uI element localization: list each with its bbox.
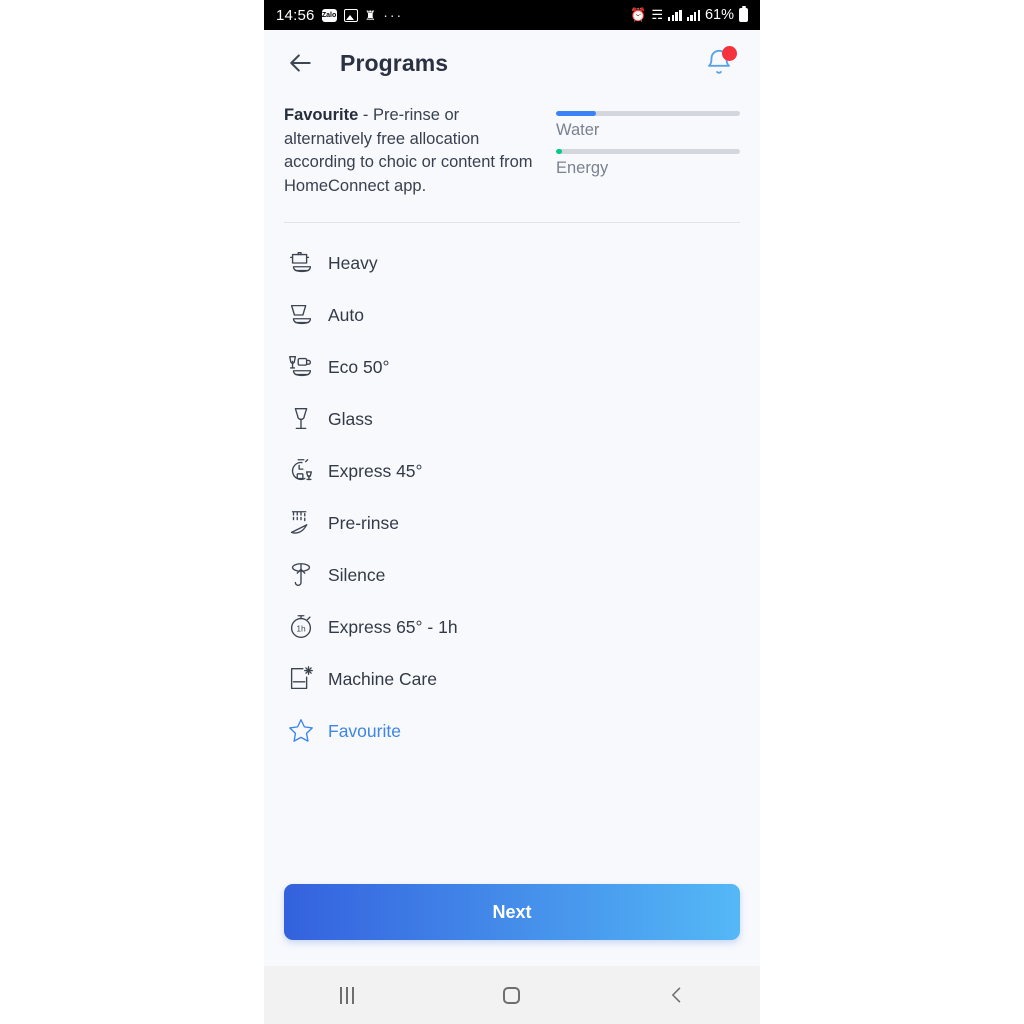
phone-screen: 14:56 Zalo ♜ ··· ⏰ ☴ 61% Programs Favour…	[264, 0, 760, 1024]
home-icon[interactable]	[482, 975, 542, 1015]
wine-glass-icon	[284, 402, 318, 436]
energy-progress-fill	[556, 149, 562, 154]
meter-water: Water	[556, 111, 740, 140]
program-item-silence[interactable]: Silence	[284, 549, 740, 601]
program-item-heavy[interactable]: Heavy	[284, 237, 740, 289]
program-label: Glass	[328, 408, 373, 429]
program-description-title: Favourite	[284, 106, 359, 124]
footer-actions: Next	[264, 884, 760, 966]
program-label: Eco 50°	[328, 356, 390, 377]
program-item-express-65-1h[interactable]: 1h Express 65° - 1h	[284, 601, 740, 653]
program-item-express-45[interactable]: Express 45°	[284, 445, 740, 497]
program-label: Silence	[328, 564, 386, 585]
status-bar-right: ⏰ ☴ 61%	[630, 5, 748, 23]
program-label: Pre-rinse	[328, 512, 399, 533]
notification-badge	[722, 46, 737, 61]
alarm-icon: ⏰	[630, 7, 647, 22]
water-progress-fill	[556, 111, 597, 116]
water-label: Water	[556, 121, 600, 139]
signal-icon	[668, 9, 682, 21]
program-info: Favourite - Pre-rinse or alternatively f…	[264, 96, 760, 198]
page-title: Programs	[340, 49, 449, 76]
program-label: Heavy	[328, 252, 378, 273]
battery-icon	[739, 5, 748, 22]
energy-label: Energy	[556, 159, 609, 177]
app-bar: Programs	[264, 30, 760, 96]
bowl-plate-icon	[284, 298, 318, 332]
program-description: Favourite - Pre-rinse or alternatively f…	[284, 104, 542, 198]
energy-progress-track	[556, 149, 740, 154]
nav-back-icon[interactable]	[647, 975, 707, 1015]
consumption-meters: Water Energy	[556, 104, 740, 198]
program-item-favourite[interactable]: Favourite	[284, 705, 740, 757]
more-dots-icon: ···	[383, 7, 404, 23]
machine-sparkle-icon	[284, 662, 318, 696]
status-time: 14:56	[276, 6, 315, 24]
program-label: Favourite	[328, 720, 401, 741]
program-item-machine-care[interactable]: Machine Care	[284, 653, 740, 705]
spray-rinse-icon	[284, 506, 318, 540]
wifi-icon: ☴	[651, 7, 664, 22]
program-item-auto[interactable]: Auto	[284, 289, 740, 341]
next-button[interactable]: Next	[284, 884, 740, 940]
signal-icon	[686, 9, 700, 21]
program-label: Auto	[328, 304, 364, 325]
meter-energy: Energy	[556, 149, 740, 178]
stopwatch-1h-icon: 1h	[284, 610, 318, 644]
water-progress-track	[556, 111, 740, 116]
star-icon	[284, 714, 318, 748]
image-icon	[343, 8, 358, 22]
program-list: Heavy Auto Eco 50° Glass Express 45° Pre-rins…	[264, 223, 760, 884]
program-label: Machine Care	[328, 668, 437, 689]
recents-icon[interactable]	[317, 975, 377, 1015]
pot-with-lid-icon	[284, 246, 318, 280]
zalo-icon: Zalo	[321, 8, 337, 22]
silence-feather-icon	[284, 558, 318, 592]
battery-percent: 61%	[704, 7, 734, 23]
back-arrow-icon[interactable]	[284, 46, 318, 80]
glass-cup-plate-icon	[284, 350, 318, 384]
status-bar: 14:56 Zalo ♜ ··· ⏰ ☴ 61%	[264, 0, 760, 30]
timer-glass-icon	[284, 454, 318, 488]
svg-text:1h: 1h	[296, 624, 306, 634]
app-icon: ♜	[364, 7, 377, 23]
program-label: Express 65° - 1h	[328, 616, 458, 637]
status-bar-left: 14:56 Zalo ♜ ···	[276, 7, 403, 24]
program-label: Express 45°	[328, 460, 423, 481]
program-item-glass[interactable]: Glass	[284, 393, 740, 445]
notification-bell-icon[interactable]	[704, 46, 737, 79]
android-nav-bar	[264, 966, 760, 1024]
program-item-pre-rinse[interactable]: Pre-rinse	[284, 497, 740, 549]
program-item-eco-50[interactable]: Eco 50°	[284, 341, 740, 393]
